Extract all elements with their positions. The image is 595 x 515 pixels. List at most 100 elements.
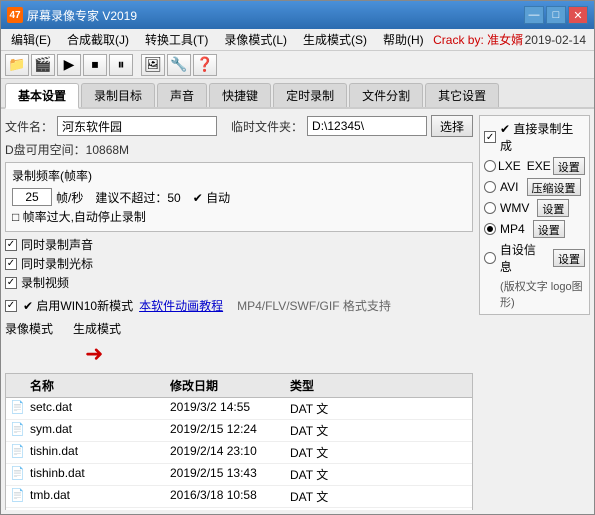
freq-title: 录制频率(帧率)	[12, 167, 466, 184]
maximize-button[interactable]: □	[546, 6, 566, 24]
custom-settings-btn[interactable]: 设置	[553, 249, 585, 267]
file-date-3: 2019/2/14 23:10	[166, 443, 286, 462]
mode-labels: 录像模式 生成模式	[5, 318, 473, 339]
temp-folder-label: 临时文件夹：	[231, 118, 303, 135]
file-row[interactable]: 📄 tishin.dat 2019/2/14 23:10 DAT 文	[6, 442, 472, 464]
file-list-header: 名称 修改日期 类型	[6, 374, 472, 398]
file-name-row: 文件名： 临时文件夹： 选择	[5, 115, 473, 137]
fps-input[interactable]	[12, 188, 52, 206]
temp-folder-input[interactable]	[307, 116, 427, 136]
file-list-scroll[interactable]: 📄 setc.dat 2019/3/2 14:55 DAT 文 📄 sym.da…	[6, 398, 472, 510]
col-header-name: 名称	[26, 376, 166, 395]
file-date-2: 2019/2/15 12:24	[166, 421, 286, 440]
file-type-2: DAT 文	[286, 421, 346, 440]
checkbox-cursor: 同时录制光标	[5, 255, 473, 272]
file-row[interactable]: 📄 tishinb.dat 2019/2/15 13:43 DAT 文	[6, 464, 472, 486]
menu-help[interactable]: 帮助(H)	[375, 29, 432, 50]
toolbar-btn-7[interactable]: 🔧	[167, 54, 191, 76]
direct-record-row: ✔ 直接录制生成	[484, 120, 585, 154]
win10-label: ✔ 启用WIN10新模式	[23, 297, 133, 314]
toolbar-btn-5[interactable]: ⏸	[109, 54, 133, 76]
cursor-label: 同时录制光标	[21, 255, 93, 272]
custom-sub-label: (版权文字 logo图形)	[500, 278, 585, 310]
file-date-6: 2019/2/15 12:21	[166, 509, 286, 510]
toolbar-btn-2[interactable]: 🎬	[31, 54, 55, 76]
record-mode-label: 录像模式	[5, 320, 53, 337]
file-date-4: 2019/2/15 13:43	[166, 465, 286, 484]
body-area: 文件名： 临时文件夹： 选择 D盘可用空间：10868M 录制频率(帧率) 帧/…	[1, 109, 594, 514]
direct-record-checkbox[interactable]	[484, 131, 496, 143]
right-panel: ✔ 直接录制生成 LXE EXE 设置 AVI 压缩设置	[479, 115, 590, 510]
disk-space-info: D盘可用空间：10868M	[5, 141, 473, 158]
tab-record-target[interactable]: 录制目标	[81, 83, 155, 107]
window-controls: — □ ✕	[524, 6, 588, 24]
custom-label: 自设信息	[500, 241, 547, 275]
close-button[interactable]: ✕	[568, 6, 588, 24]
freq-row-2: □ 帧率过大,自动停止录制	[12, 208, 466, 225]
avi-radio[interactable]	[484, 181, 496, 193]
wmv-row: WMV 设置	[484, 199, 585, 217]
file-name-3: tishin.dat	[26, 443, 166, 462]
file-row[interactable]: 📄 sym.dat 2019/2/15 12:24 DAT 文	[6, 420, 472, 442]
file-list: 名称 修改日期 类型 📄 setc.dat 2019/3/2 14:55 DAT…	[5, 373, 473, 510]
wmv-radio[interactable]	[484, 202, 496, 214]
win10-checkbox[interactable]	[5, 300, 17, 312]
col-header-type: 类型	[286, 376, 346, 395]
file-name-4: tishinb.dat	[26, 465, 166, 484]
avi-label: AVI	[500, 180, 518, 194]
menu-generate-mode[interactable]: 生成模式(S)	[295, 29, 375, 50]
lxe-settings-btn[interactable]: 设置	[553, 157, 585, 175]
file-name-input[interactable]	[57, 116, 217, 136]
custom-radio[interactable]	[484, 252, 496, 264]
file-row[interactable]: 📄 tmb.dat 2016/3/18 10:58 DAT 文	[6, 486, 472, 508]
tab-shortcut[interactable]: 快捷键	[209, 83, 271, 107]
animation-link[interactable]: 本软件动画教程	[139, 297, 223, 314]
file-icon-6: 📄	[6, 509, 26, 510]
lxe-radio[interactable]	[484, 160, 496, 172]
mp4-radio[interactable]	[484, 223, 496, 235]
tab-file-split[interactable]: 文件分割	[349, 83, 423, 107]
menu-compose[interactable]: 合成截取(J)	[59, 29, 137, 50]
file-icon-4: 📄	[6, 465, 26, 484]
sound-label: 同时录制声音	[21, 236, 93, 253]
toolbar-btn-3[interactable]: ▶	[57, 54, 81, 76]
video-label: 录制视频	[21, 274, 69, 291]
toolbar-btn-4[interactable]: ⏹	[83, 54, 107, 76]
menu-record-mode[interactable]: 录像模式(L)	[216, 29, 295, 50]
custom-row: 自设信息 设置	[484, 241, 585, 275]
toolbar-btn-1[interactable]: 📁	[5, 54, 29, 76]
tab-basic-settings[interactable]: 基本设置	[5, 83, 79, 109]
file-row[interactable]: 📄 setc.dat 2019/3/2 14:55 DAT 文	[6, 398, 472, 420]
lxe-sub: EXE	[527, 159, 551, 173]
tab-other[interactable]: 其它设置	[425, 83, 499, 107]
video-checkbox[interactable]	[5, 277, 17, 289]
avi-settings-btn[interactable]: 压缩设置	[527, 178, 581, 196]
left-panel: 文件名： 临时文件夹： 选择 D盘可用空间：10868M 录制频率(帧率) 帧/…	[5, 115, 473, 510]
mp4-settings-btn[interactable]: 设置	[533, 220, 565, 238]
mp4-row: MP4 设置	[484, 220, 585, 238]
overload-label: □ 帧率过大,自动停止录制	[12, 208, 146, 225]
minimize-button[interactable]: —	[524, 6, 544, 24]
file-icon-3: 📄	[6, 443, 26, 462]
select-button[interactable]: 选择	[431, 115, 473, 137]
menu-convert[interactable]: 转换工具(T)	[137, 29, 216, 50]
file-name-1: setc.dat	[26, 399, 166, 418]
direct-record-label: ✔ 直接录制生成	[500, 120, 585, 154]
cursor-checkbox[interactable]	[5, 258, 17, 270]
file-row[interactable]: 📄 unins000.dat 2019/2/15 12:21 DAT 文	[6, 508, 472, 510]
wmv-label: WMV	[500, 201, 529, 215]
toolbar-btn-8[interactable]: ❓	[193, 54, 217, 76]
crack-text: Crack by: 准女婿	[432, 31, 525, 48]
fps-advice-label: 建议不超过：50	[95, 189, 180, 206]
title-bar: 47 屏幕录像专家 V2019 — □ ✕	[1, 1, 594, 29]
toolbar-btn-6[interactable]: 🖼	[141, 54, 165, 76]
file-type-4: DAT 文	[286, 465, 346, 484]
checkbox-sound: 同时录制声音	[5, 236, 473, 253]
freq-row-1: 帧/秒 建议不超过：50 ✔ 自动	[12, 188, 466, 206]
sound-checkbox[interactable]	[5, 239, 17, 251]
tab-scheduled[interactable]: 定时录制	[273, 83, 347, 107]
wmv-settings-btn[interactable]: 设置	[537, 199, 569, 217]
tab-sound[interactable]: 声音	[157, 83, 207, 107]
menu-edit[interactable]: 编辑(E)	[3, 29, 59, 50]
window-title: 屏幕录像专家 V2019	[27, 7, 524, 24]
